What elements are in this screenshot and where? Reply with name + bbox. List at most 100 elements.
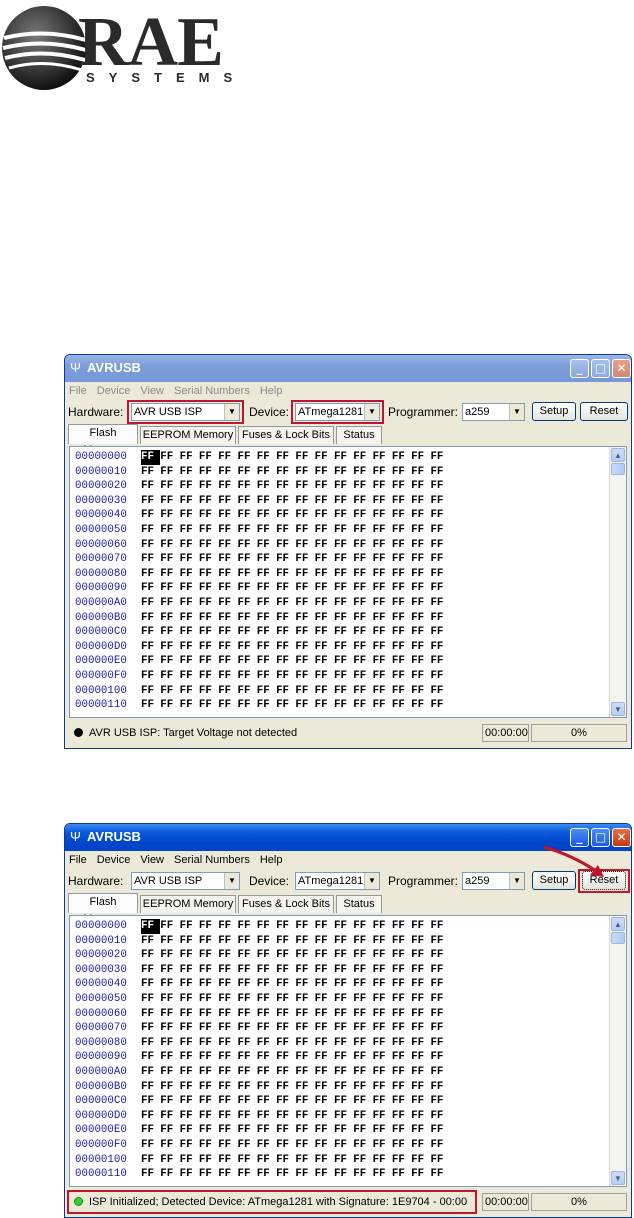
hex-byte[interactable]: FF — [373, 977, 392, 992]
hex-byte[interactable]: FF — [180, 538, 199, 553]
hex-byte[interactable]: FF — [334, 1094, 353, 1109]
hex-byte[interactable]: FF — [257, 698, 276, 713]
hex-byte[interactable]: FF — [237, 567, 256, 582]
hex-byte[interactable]: FF — [237, 523, 256, 538]
hex-byte[interactable]: FF — [315, 1007, 334, 1022]
hex-byte[interactable]: FF — [257, 465, 276, 480]
hex-byte[interactable]: FF — [392, 1094, 411, 1109]
scroll-up-icon[interactable]: ▲ — [611, 448, 625, 462]
hex-byte[interactable]: FF — [411, 1080, 430, 1095]
hex-byte[interactable]: FF — [392, 567, 411, 582]
hex-byte[interactable]: FF — [180, 596, 199, 611]
hex-byte[interactable]: FF — [257, 538, 276, 553]
hex-byte[interactable]: FF — [276, 919, 295, 934]
hex-byte[interactable]: FF — [237, 977, 256, 992]
hex-byte[interactable]: FF — [295, 1007, 314, 1022]
hex-byte[interactable]: FF — [257, 934, 276, 949]
hardware-select[interactable]: AVR USB ISP ▼ — [131, 872, 240, 890]
hex-byte[interactable]: FF — [199, 625, 218, 640]
hex-byte[interactable]: FF — [199, 1036, 218, 1051]
hex-byte[interactable]: FF — [218, 523, 237, 538]
hex-byte[interactable]: FF — [257, 992, 276, 1007]
hex-byte[interactable]: FF — [160, 523, 179, 538]
hex-byte[interactable]: FF — [295, 1021, 314, 1036]
hex-byte[interactable]: FF — [160, 1153, 179, 1168]
hex-byte[interactable]: FF — [334, 1007, 353, 1022]
hex-byte[interactable]: FF — [276, 479, 295, 494]
chevron-down-icon[interactable]: ▼ — [509, 404, 524, 420]
hex-byte[interactable]: FF — [334, 1050, 353, 1065]
hex-byte[interactable]: FF — [315, 567, 334, 582]
hex-byte[interactable]: FF — [199, 1153, 218, 1168]
hex-byte[interactable]: FF — [160, 654, 179, 669]
close-button[interactable]: ✕ — [612, 359, 631, 378]
hex-byte[interactable]: FF — [180, 698, 199, 713]
hex-byte[interactable]: FF — [199, 1094, 218, 1109]
hex-byte[interactable]: FF — [218, 684, 237, 699]
hex-byte[interactable]: FF — [218, 538, 237, 553]
hex-byte[interactable]: FF — [276, 508, 295, 523]
hex-byte[interactable]: FF — [141, 1080, 160, 1095]
hex-byte[interactable]: FF — [160, 919, 179, 934]
hex-byte[interactable]: FF — [160, 625, 179, 640]
hex-byte[interactable]: FF — [411, 450, 430, 465]
hex-byte[interactable]: FF — [392, 934, 411, 949]
hex-byte[interactable]: FF — [276, 552, 295, 567]
hex-byte[interactable]: FF — [315, 494, 334, 509]
hex-byte[interactable]: FF — [218, 1138, 237, 1153]
hex-byte[interactable]: FF — [353, 479, 372, 494]
hex-byte[interactable]: FF — [373, 508, 392, 523]
hex-byte[interactable]: FF — [411, 625, 430, 640]
hex-byte[interactable]: FF — [141, 538, 160, 553]
hex-byte[interactable]: FF — [411, 1021, 430, 1036]
hex-byte[interactable]: FF — [430, 948, 449, 963]
hex-byte[interactable]: FF — [315, 538, 334, 553]
hex-byte[interactable]: FF — [276, 934, 295, 949]
hex-byte[interactable]: FF — [430, 1065, 449, 1080]
hex-byte[interactable]: FF — [180, 963, 199, 978]
hex-byte[interactable]: FF — [373, 1065, 392, 1080]
hex-byte[interactable]: FF — [160, 1021, 179, 1036]
hex-byte[interactable]: FF — [276, 1007, 295, 1022]
hex-byte[interactable]: FF — [334, 1036, 353, 1051]
hex-byte[interactable]: FF — [315, 992, 334, 1007]
hex-byte[interactable]: FF — [237, 625, 256, 640]
hex-byte[interactable]: FF — [257, 479, 276, 494]
hex-byte[interactable]: FF — [430, 508, 449, 523]
hex-byte[interactable]: FF — [334, 567, 353, 582]
hex-byte[interactable]: FF — [218, 1036, 237, 1051]
hex-byte[interactable]: FF — [237, 508, 256, 523]
hex-byte[interactable]: FF — [430, 567, 449, 582]
hex-byte[interactable]: FF — [373, 450, 392, 465]
hex-byte[interactable]: FF — [295, 1036, 314, 1051]
hex-byte[interactable]: FF — [353, 567, 372, 582]
menu-serial-numbers[interactable]: Serial Numbers — [174, 854, 250, 866]
chevron-down-icon[interactable]: ▼ — [509, 873, 524, 889]
hex-byte[interactable]: FF — [141, 977, 160, 992]
menu-view[interactable]: View — [140, 854, 164, 866]
hex-byte[interactable]: FF — [295, 948, 314, 963]
menu-help[interactable]: Help — [260, 854, 283, 866]
hex-byte[interactable]: FF — [430, 625, 449, 640]
hex-byte[interactable]: FF — [276, 654, 295, 669]
hex-byte[interactable]: FF — [392, 1036, 411, 1051]
hex-byte[interactable]: FF — [218, 625, 237, 640]
hex-byte[interactable]: FF — [141, 1109, 160, 1124]
menu-view[interactable]: View — [140, 385, 164, 397]
hex-byte[interactable]: FF — [199, 684, 218, 699]
hex-byte[interactable]: FF — [315, 654, 334, 669]
hex-byte[interactable]: FF — [160, 1109, 179, 1124]
hex-byte[interactable]: FF — [141, 523, 160, 538]
hex-byte[interactable]: FF — [315, 1036, 334, 1051]
hex-byte[interactable]: FF — [315, 1123, 334, 1138]
hex-byte[interactable]: FF — [430, 977, 449, 992]
hex-byte[interactable]: FF — [295, 669, 314, 684]
hex-byte[interactable]: FF — [218, 1050, 237, 1065]
hex-byte[interactable]: FF — [237, 1094, 256, 1109]
hex-byte[interactable]: FF — [334, 450, 353, 465]
hex-byte[interactable]: FF — [141, 640, 160, 655]
hex-byte[interactable]: FF — [237, 581, 256, 596]
hex-byte[interactable]: FF — [373, 625, 392, 640]
hex-byte[interactable]: FF — [334, 596, 353, 611]
hex-byte[interactable]: FF — [199, 640, 218, 655]
